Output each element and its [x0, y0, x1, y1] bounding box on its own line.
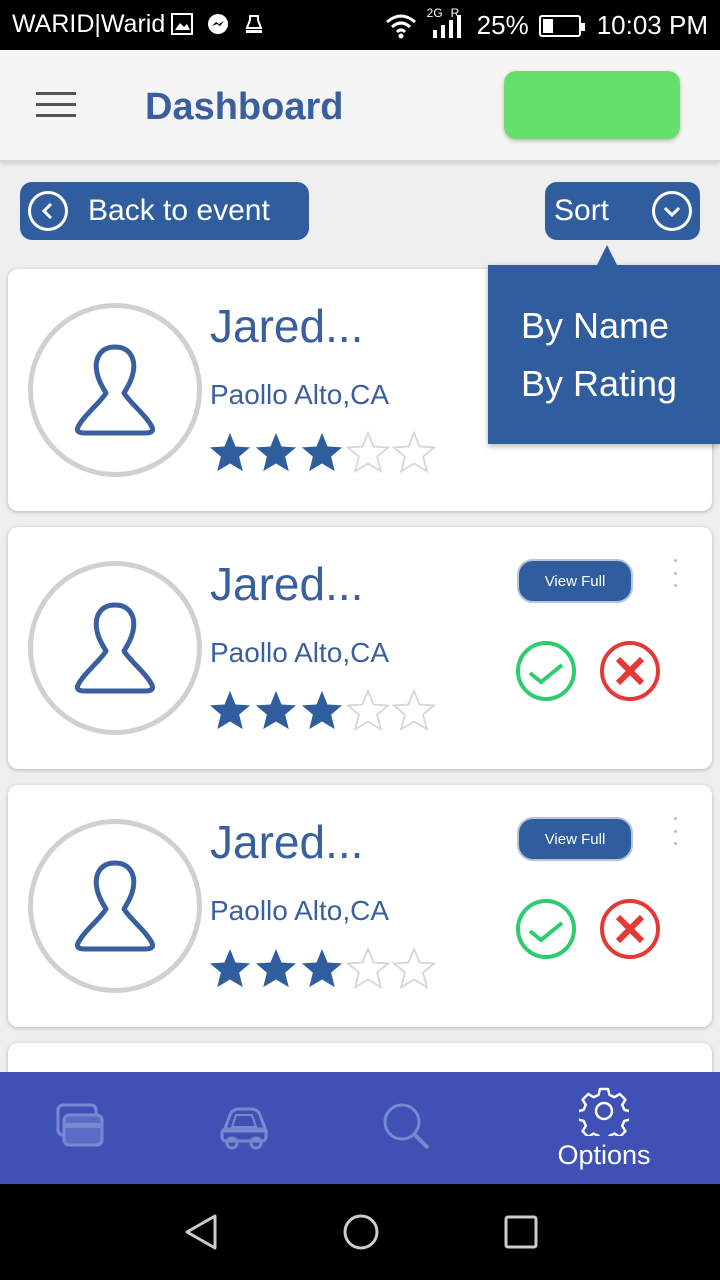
star-filled-icon: [255, 690, 297, 730]
star-filled-icon: [209, 690, 251, 730]
attendee-card: Jared... Paollo Alto,CA View Full: [8, 785, 712, 1027]
cards-icon: [56, 1103, 104, 1147]
check-circle-icon: [516, 641, 576, 701]
accept-button[interactable]: [514, 639, 578, 703]
accept-button[interactable]: [514, 897, 578, 961]
sort-by-name-option[interactable]: By Name: [521, 305, 669, 347]
avatar: [28, 561, 202, 735]
back-nav-button[interactable]: [181, 1212, 221, 1252]
search-icon: [383, 1103, 430, 1150]
notification-icon: [245, 15, 263, 33]
chevron-left-icon: [28, 191, 68, 231]
square-recents-icon: [504, 1215, 538, 1249]
recents-nav-button[interactable]: [501, 1212, 541, 1252]
battery-icon: [538, 14, 585, 37]
nav-options-label: Options: [557, 1139, 651, 1170]
view-full-button[interactable]: View Full: [517, 817, 633, 861]
app-bar: Dashboard: [0, 50, 720, 162]
page-title: Dashboard: [145, 86, 344, 128]
reject-button[interactable]: [598, 897, 662, 961]
signal-icon: 2G R: [427, 6, 467, 40]
avatar: [28, 819, 202, 993]
sort-dropdown: By Name By Rating: [488, 245, 720, 444]
car-icon: [220, 1107, 269, 1150]
triangle-back-icon: [185, 1214, 217, 1250]
home-nav-button[interactable]: [341, 1212, 381, 1252]
bottom-nav: Options: [0, 1072, 720, 1184]
attendee-card: Jared... Paollo Alto,CA View Full: [8, 527, 712, 769]
star-filled-icon: [209, 432, 251, 472]
close-circle-icon: [600, 641, 660, 701]
circle-home-icon: [343, 1214, 379, 1250]
avatar: [28, 303, 202, 477]
chevron-down-icon: [652, 191, 692, 231]
star-empty-icon: [392, 947, 436, 989]
clock: 10:03 PM: [596, 10, 708, 40]
star-empty-icon: [346, 431, 390, 473]
attendee-name: Jared...: [210, 816, 364, 868]
star-filled-icon: [301, 432, 343, 472]
nav-search[interactable]: [366, 1072, 446, 1184]
reject-button[interactable]: [598, 639, 662, 703]
attendee-name: Jared...: [210, 300, 364, 352]
star-filled-icon: [209, 948, 251, 988]
star-empty-icon: [346, 689, 390, 731]
menu-icon[interactable]: [36, 92, 76, 122]
image-icon: [171, 13, 193, 35]
attendee-location: Paollo Alto,CA: [210, 637, 389, 668]
user-icon: [75, 344, 155, 436]
more-vert-icon[interactable]: [672, 817, 678, 845]
star-filled-icon: [255, 948, 297, 988]
user-icon: [75, 860, 155, 952]
check-circle-icon: [516, 899, 576, 959]
nav-options[interactable]: Options: [544, 1072, 664, 1184]
star-empty-icon: [346, 947, 390, 989]
star-filled-icon: [301, 948, 343, 988]
more-vert-icon[interactable]: [672, 559, 678, 587]
system-nav-bar: [0, 1184, 720, 1280]
nav-car[interactable]: [204, 1072, 284, 1184]
messenger-icon: [208, 14, 228, 34]
wifi-icon: [385, 14, 416, 38]
user-icon: [75, 602, 155, 694]
star-filled-icon: [255, 432, 297, 472]
star-empty-icon: [392, 689, 436, 731]
star-filled-icon: [301, 690, 343, 730]
sort-label: Sort: [554, 194, 610, 227]
attendee-location: Paollo Alto,CA: [210, 379, 389, 410]
close-circle-icon: [600, 899, 660, 959]
view-full-button[interactable]: View Full: [517, 559, 633, 603]
carrier-name: WARID|Warid: [12, 10, 166, 38]
nav-cards[interactable]: [40, 1072, 120, 1184]
action-button[interactable]: [504, 71, 680, 139]
star-rating: [208, 947, 436, 989]
star-rating: [208, 689, 436, 731]
attendee-location: Paollo Alto,CA: [210, 895, 389, 926]
sort-button[interactable]: Sort: [545, 182, 700, 240]
star-empty-icon: [392, 431, 436, 473]
sort-by-rating-option[interactable]: By Rating: [521, 363, 677, 405]
battery-percent: 25%: [476, 10, 529, 40]
status-bar: WARID|Warid 2G R 25% 10:03 PM: [0, 0, 720, 50]
star-rating: [208, 431, 436, 473]
back-to-event-label: Back to event: [88, 194, 270, 227]
attendee-name: Jared...: [210, 558, 364, 610]
back-to-event-button[interactable]: Back to event: [20, 182, 309, 240]
gear-icon: [579, 1087, 629, 1136]
